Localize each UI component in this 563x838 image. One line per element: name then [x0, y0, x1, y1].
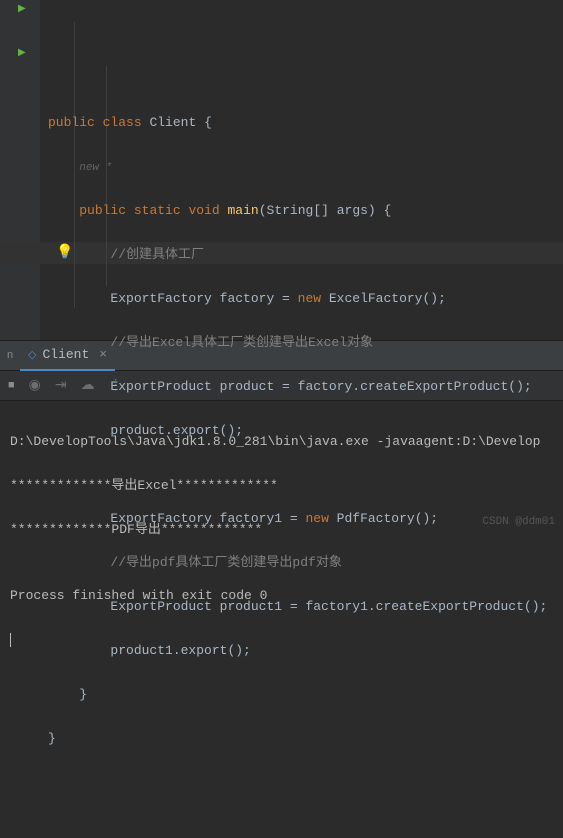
- inlay-hint: new *: [79, 162, 112, 174]
- stop-icon[interactable]: ■: [8, 380, 15, 392]
- keyword: public: [48, 115, 95, 130]
- method-name: main: [228, 203, 259, 218]
- run-icon[interactable]: ▶: [18, 47, 26, 59]
- comment: //创建具体工厂: [110, 247, 204, 262]
- camera-icon[interactable]: ◉: [29, 377, 41, 394]
- cursor: [10, 633, 11, 647]
- tab-side: n: [0, 350, 20, 362]
- class-name: Client: [149, 115, 196, 130]
- run-icon[interactable]: ▶: [18, 3, 26, 15]
- keyword: class: [103, 115, 142, 130]
- class-icon: ◇: [28, 348, 36, 362]
- comment: //导出pdf具体工厂类创建导出pdf对象: [110, 555, 341, 570]
- gutter: ▶ ▶: [0, 0, 40, 340]
- comment: //导出Excel具体工厂类创建导出Excel对象: [110, 335, 373, 350]
- code-area[interactable]: public class Client { new * public stati…: [40, 0, 547, 340]
- code-editor: ▶ ▶ 💡 public class Client { new * public…: [0, 0, 563, 340]
